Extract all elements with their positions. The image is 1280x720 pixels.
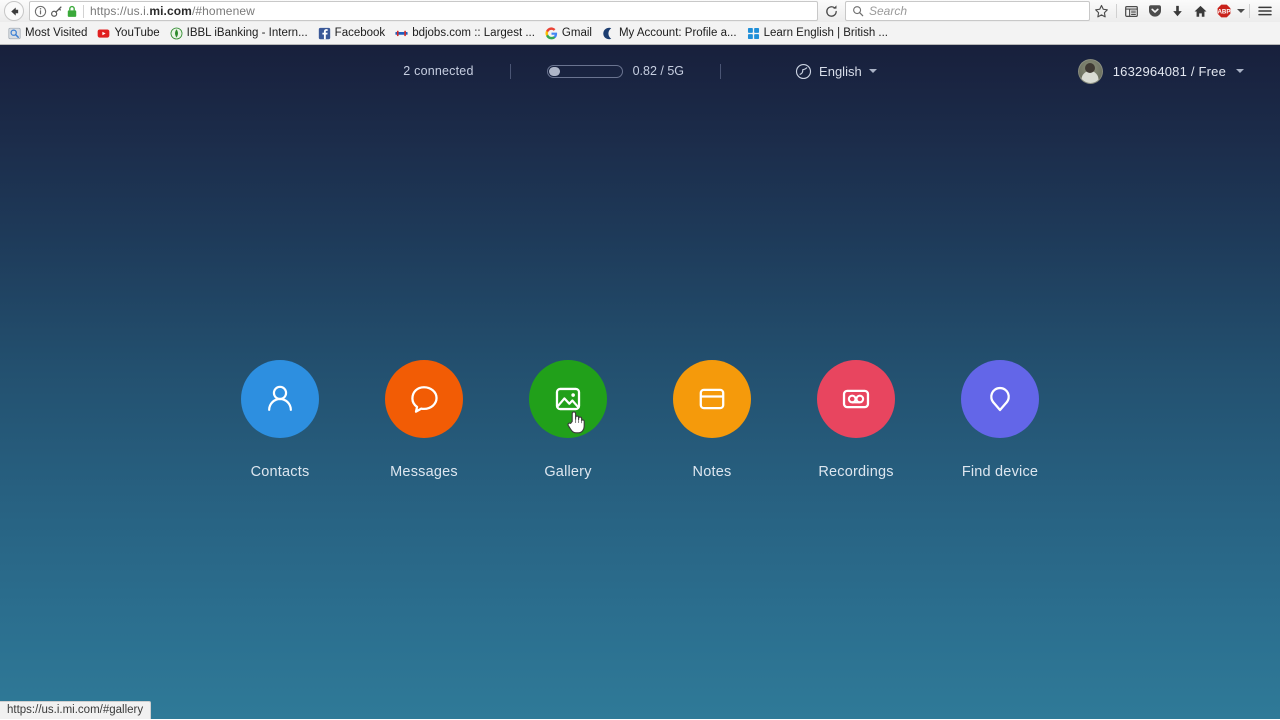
storage-progress-bar[interactable] bbox=[546, 64, 623, 78]
mi-cloud-header: 2 connected 0.82 / 5G English 1632964081… bbox=[0, 45, 1280, 97]
notes-icon-circle[interactable] bbox=[673, 360, 751, 438]
british-council-icon bbox=[747, 27, 760, 40]
browser-chrome: https://us.i.mi.com/#homenew Search ABP … bbox=[0, 0, 1280, 45]
app-item-messages[interactable]: Messages bbox=[352, 360, 496, 480]
bookmark-facebook[interactable]: Facebook bbox=[315, 25, 391, 42]
search-icon bbox=[853, 6, 864, 17]
recordings-icon bbox=[842, 389, 870, 409]
bookmark-label: YouTube bbox=[114, 27, 160, 39]
reload-icon bbox=[825, 4, 837, 17]
bookmark-bdjobs[interactable]: bdjobs.com :: Largest ... bbox=[392, 25, 540, 42]
toolbar-divider bbox=[1116, 4, 1117, 18]
bookmark-my-account[interactable]: My Account: Profile a... bbox=[599, 25, 742, 42]
ibbl-icon bbox=[170, 27, 183, 40]
mi-cloud-page: 2 connected 0.82 / 5G English 1632964081… bbox=[0, 45, 1280, 719]
bookmark-most-visited[interactable]: Most Visited bbox=[5, 25, 92, 42]
chevron-down-icon[interactable] bbox=[868, 69, 877, 73]
avatar[interactable] bbox=[1077, 58, 1103, 84]
facebook-icon bbox=[318, 27, 331, 40]
app-label: Notes bbox=[692, 464, 732, 480]
app-item-gallery[interactable]: Gallery bbox=[496, 360, 640, 480]
messages-icon-circle[interactable] bbox=[385, 360, 463, 438]
bookmark-label: Facebook bbox=[334, 27, 386, 39]
contacts-icon bbox=[268, 385, 292, 411]
bookmarks-bar: Most Visited YouTube IBBL iBanking - Int… bbox=[0, 22, 1280, 44]
app-label: Contacts bbox=[250, 464, 310, 480]
app-item-find-device[interactable]: Find device bbox=[928, 360, 1072, 480]
connected-count: 2 connected bbox=[403, 64, 474, 78]
app-label: Find device bbox=[961, 464, 1039, 480]
browser-nav-row: https://us.i.mi.com/#homenew Search ABP bbox=[0, 0, 1280, 22]
search-input[interactable]: Search bbox=[845, 1, 1090, 21]
account-name: 1632964081 / Free bbox=[1112, 63, 1226, 79]
bookmark-gmail[interactable]: Gmail bbox=[542, 25, 597, 42]
bookmark-ibbl[interactable]: IBBL iBanking - Intern... bbox=[167, 25, 313, 42]
app-label: Messages bbox=[390, 464, 458, 480]
svg-text:ABP: ABP bbox=[1217, 9, 1230, 16]
bookmark-label: Gmail bbox=[561, 27, 592, 39]
app-grid: Contacts Messages Gallery Notes Recordin… bbox=[0, 360, 1280, 480]
messages-icon bbox=[411, 386, 438, 413]
star-icon[interactable] bbox=[1090, 1, 1113, 21]
header-divider-2 bbox=[720, 63, 722, 79]
bookmark-youtube[interactable]: YouTube bbox=[94, 25, 164, 42]
app-label: Recordings bbox=[818, 464, 894, 480]
language-label: English bbox=[819, 63, 862, 79]
download-icon[interactable] bbox=[1166, 1, 1189, 21]
most-visited-icon bbox=[8, 27, 21, 40]
bookmark-label: Most Visited bbox=[25, 27, 88, 39]
url-text: https://us.i.mi.com/#homenew bbox=[90, 4, 255, 18]
back-button[interactable] bbox=[4, 1, 24, 21]
find-device-icon bbox=[990, 386, 1010, 412]
contacts-icon-circle[interactable] bbox=[241, 360, 319, 438]
pocket-icon[interactable] bbox=[1143, 1, 1166, 21]
status-bar-link: https://us.i.mi.com/#gallery bbox=[0, 701, 152, 719]
account-menu[interactable]: 1632964081 / Free bbox=[1077, 58, 1244, 84]
recordings-icon-circle[interactable] bbox=[817, 360, 895, 438]
reload-button[interactable] bbox=[820, 1, 842, 21]
app-item-notes[interactable]: Notes bbox=[640, 360, 784, 480]
chevron-down-icon[interactable] bbox=[1236, 69, 1244, 73]
bookmark-label: Learn English | British ... bbox=[763, 27, 888, 39]
gmail-icon bbox=[545, 26, 558, 40]
key-icon[interactable] bbox=[50, 5, 63, 18]
site-identity[interactable] bbox=[34, 5, 83, 18]
hamburger-menu-icon[interactable] bbox=[1253, 1, 1276, 21]
reader-view-icon[interactable] bbox=[1120, 1, 1143, 21]
adblock-plus-icon[interactable]: ABP bbox=[1212, 1, 1235, 21]
my-account-icon bbox=[602, 27, 615, 40]
adblock-caret-icon[interactable] bbox=[1235, 1, 1246, 21]
toolbar-divider-2 bbox=[1249, 4, 1250, 18]
notes-icon bbox=[699, 388, 725, 410]
bookmark-label: IBBL iBanking - Intern... bbox=[186, 27, 308, 39]
bdjobs-icon bbox=[395, 27, 408, 40]
browser-toolbar-icons: ABP bbox=[1090, 1, 1276, 21]
bookmark-british-council[interactable]: Learn English | British ... bbox=[744, 25, 893, 42]
gallery-icon bbox=[555, 387, 581, 411]
gallery-icon-circle[interactable] bbox=[529, 360, 607, 438]
header-divider-1 bbox=[509, 63, 511, 79]
find-device-icon-circle[interactable] bbox=[961, 360, 1039, 438]
storage-usage-label: 0.82 / 5G bbox=[632, 64, 685, 78]
padlock-icon[interactable] bbox=[66, 5, 78, 18]
info-icon[interactable] bbox=[34, 5, 47, 18]
app-item-contacts[interactable]: Contacts bbox=[208, 360, 352, 480]
youtube-icon bbox=[97, 27, 110, 40]
language-selector[interactable]: English bbox=[795, 63, 877, 80]
storage-group[interactable]: 0.82 / 5G bbox=[546, 64, 685, 78]
bookmark-label: My Account: Profile a... bbox=[618, 27, 737, 39]
home-icon[interactable] bbox=[1189, 1, 1212, 21]
url-divider bbox=[83, 4, 84, 18]
storage-progress-fill bbox=[548, 66, 561, 76]
globe-icon bbox=[795, 63, 812, 79]
app-label: Gallery bbox=[544, 464, 592, 480]
app-item-recordings[interactable]: Recordings bbox=[784, 360, 928, 480]
bookmark-label: bdjobs.com :: Largest ... bbox=[412, 27, 535, 39]
back-arrow-icon bbox=[10, 6, 18, 16]
url-bar[interactable]: https://us.i.mi.com/#homenew bbox=[29, 1, 818, 21]
search-placeholder: Search bbox=[869, 4, 908, 18]
